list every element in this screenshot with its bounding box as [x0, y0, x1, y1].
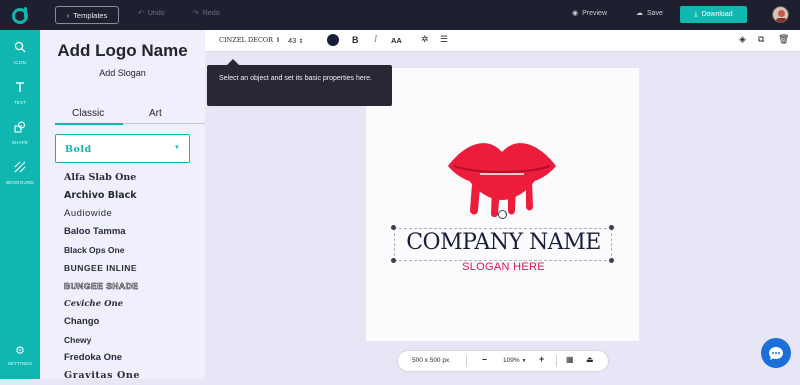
tab-classic[interactable]: Classic: [72, 108, 104, 119]
slogan-text[interactable]: SLOGAN HERE: [396, 261, 611, 273]
layers-icon[interactable]: ◈: [739, 34, 746, 45]
font-item-gravitas-one[interactable]: Gravitas One: [64, 367, 140, 385]
sidebar-item-icon[interactable]: ICON: [0, 40, 40, 65]
chevron-left-icon: ‹: [66, 10, 70, 20]
text-case-button[interactable]: AA: [391, 36, 402, 45]
text-toolbar: CINZEL DECOR ⇕ 43 ⇕ B I AA ✲ ☰ ◈ ⧉ 🗑: [205, 30, 800, 52]
sidebar-item-background[interactable]: BKGROUND: [0, 160, 40, 185]
zoom-in-button[interactable]: +: [539, 354, 544, 364]
top-bar: ‹ Templates ↶ Undo ↷ Redo ◉ Preview ☁ Sa…: [0, 0, 800, 30]
duplicate-icon[interactable]: ⧉: [758, 34, 764, 45]
sidebar-item-shape[interactable]: SHAPE: [0, 120, 40, 145]
font-item-chewy[interactable]: Chewy: [64, 331, 140, 349]
cloud-upload-icon: ☁: [636, 10, 643, 17]
user-avatar-icon: [776, 10, 787, 22]
tooltip: Select an object and set its basic prope…: [207, 59, 392, 106]
shape-icon: [14, 121, 26, 133]
logo-name-field[interactable]: Add Logo Name: [40, 41, 205, 61]
sidebar-item-settings[interactable]: ⚙ SETTINGS: [0, 341, 40, 366]
text-panel: Add Logo Name Add Slogan Classic Art Bol…: [40, 30, 205, 381]
font-item-black-ops-one[interactable]: Black Ops One: [64, 241, 140, 259]
eye-icon: ◉: [572, 10, 579, 17]
list-align-icon[interactable]: ☰: [440, 34, 448, 45]
zoom-select[interactable]: 109% ▼: [503, 357, 526, 364]
divider: [556, 355, 557, 367]
redo-icon: ↷: [193, 10, 199, 17]
trash-icon[interactable]: 🗑: [778, 34, 789, 45]
chat-icon: [769, 346, 783, 360]
slogan-field[interactable]: Add Slogan: [40, 68, 205, 78]
search-icon: [14, 41, 26, 53]
download-button[interactable]: ⤓ Download: [680, 6, 747, 23]
avatar[interactable]: [772, 6, 789, 23]
canvas-bottom-bar: 500 x 500 px – 109% ▼ + ▦ ⏏: [398, 351, 608, 371]
save-button[interactable]: ☁ Save: [636, 9, 663, 18]
redo-button[interactable]: ↷ Redo: [193, 9, 220, 18]
app-logo-icon[interactable]: [10, 5, 30, 25]
font-item-bungee-inline[interactable]: BUNGEE INLINE: [64, 259, 140, 277]
font-category-select[interactable]: Bold ▼: [55, 134, 190, 163]
text-color-swatch[interactable]: [327, 34, 339, 46]
updown-icon: ⇕: [275, 36, 281, 44]
font-list: Alfa Slab One Archivo Black Audiowide Ba…: [64, 169, 140, 385]
font-item-bungee-shade[interactable]: BUNGEE SHADE: [64, 277, 140, 295]
font-size-select[interactable]: 43 ⇕: [288, 36, 303, 45]
tab-active-indicator: [55, 123, 123, 125]
caret-down-icon: ▼: [174, 145, 180, 151]
font-item-ceviche-one[interactable]: Ceviche One: [64, 295, 140, 313]
background-icon: [14, 161, 26, 173]
undo-icon: ↶: [138, 10, 144, 17]
divider: [466, 355, 467, 367]
preview-button[interactable]: ◉ Preview: [572, 9, 607, 18]
gear-icon: ⚙: [15, 345, 25, 357]
company-name-text[interactable]: COMPANY NAME: [396, 230, 611, 255]
tab-art[interactable]: Art: [149, 108, 162, 119]
text-icon: [16, 82, 24, 92]
tool-sidebar: ICON TEXT SHAPE BKGROUND ⚙ SETTINGS: [0, 30, 40, 379]
grid-icon[interactable]: ▦: [566, 355, 574, 364]
font-item-alfa-slab-one[interactable]: Alfa Slab One: [64, 169, 140, 187]
templates-button[interactable]: ‹ Templates: [55, 6, 119, 24]
rotate-handle-icon[interactable]: [498, 210, 507, 219]
font-item-baloo-tamma[interactable]: Baloo Tamma: [64, 223, 140, 241]
lips-logo-icon[interactable]: [446, 138, 558, 218]
font-item-audiowide[interactable]: Audiowide: [64, 205, 140, 223]
caret-down-icon: ▼: [521, 358, 527, 364]
font-item-fredoka-one[interactable]: Fredoka One: [64, 349, 140, 367]
download-icon: ⤓: [694, 10, 698, 18]
italic-button[interactable]: I: [374, 35, 378, 45]
zoom-out-button[interactable]: –: [482, 354, 487, 364]
chat-button[interactable]: [761, 338, 791, 368]
canvas-size-button[interactable]: 500 x 500 px: [412, 357, 449, 364]
font-item-archivo-black[interactable]: Archivo Black: [64, 187, 140, 205]
updown-icon: ⇕: [298, 39, 304, 45]
undo-button[interactable]: ↶ Undo: [138, 9, 165, 18]
effects-icon[interactable]: ✲: [421, 34, 429, 45]
font-item-chango[interactable]: Chango: [64, 313, 140, 331]
font-name-select[interactable]: CINZEL DECOR ⇕: [219, 36, 281, 44]
bold-button[interactable]: B: [352, 35, 359, 45]
sidebar-item-text[interactable]: TEXT: [0, 80, 40, 105]
stamp-icon[interactable]: ⏏: [586, 355, 594, 364]
